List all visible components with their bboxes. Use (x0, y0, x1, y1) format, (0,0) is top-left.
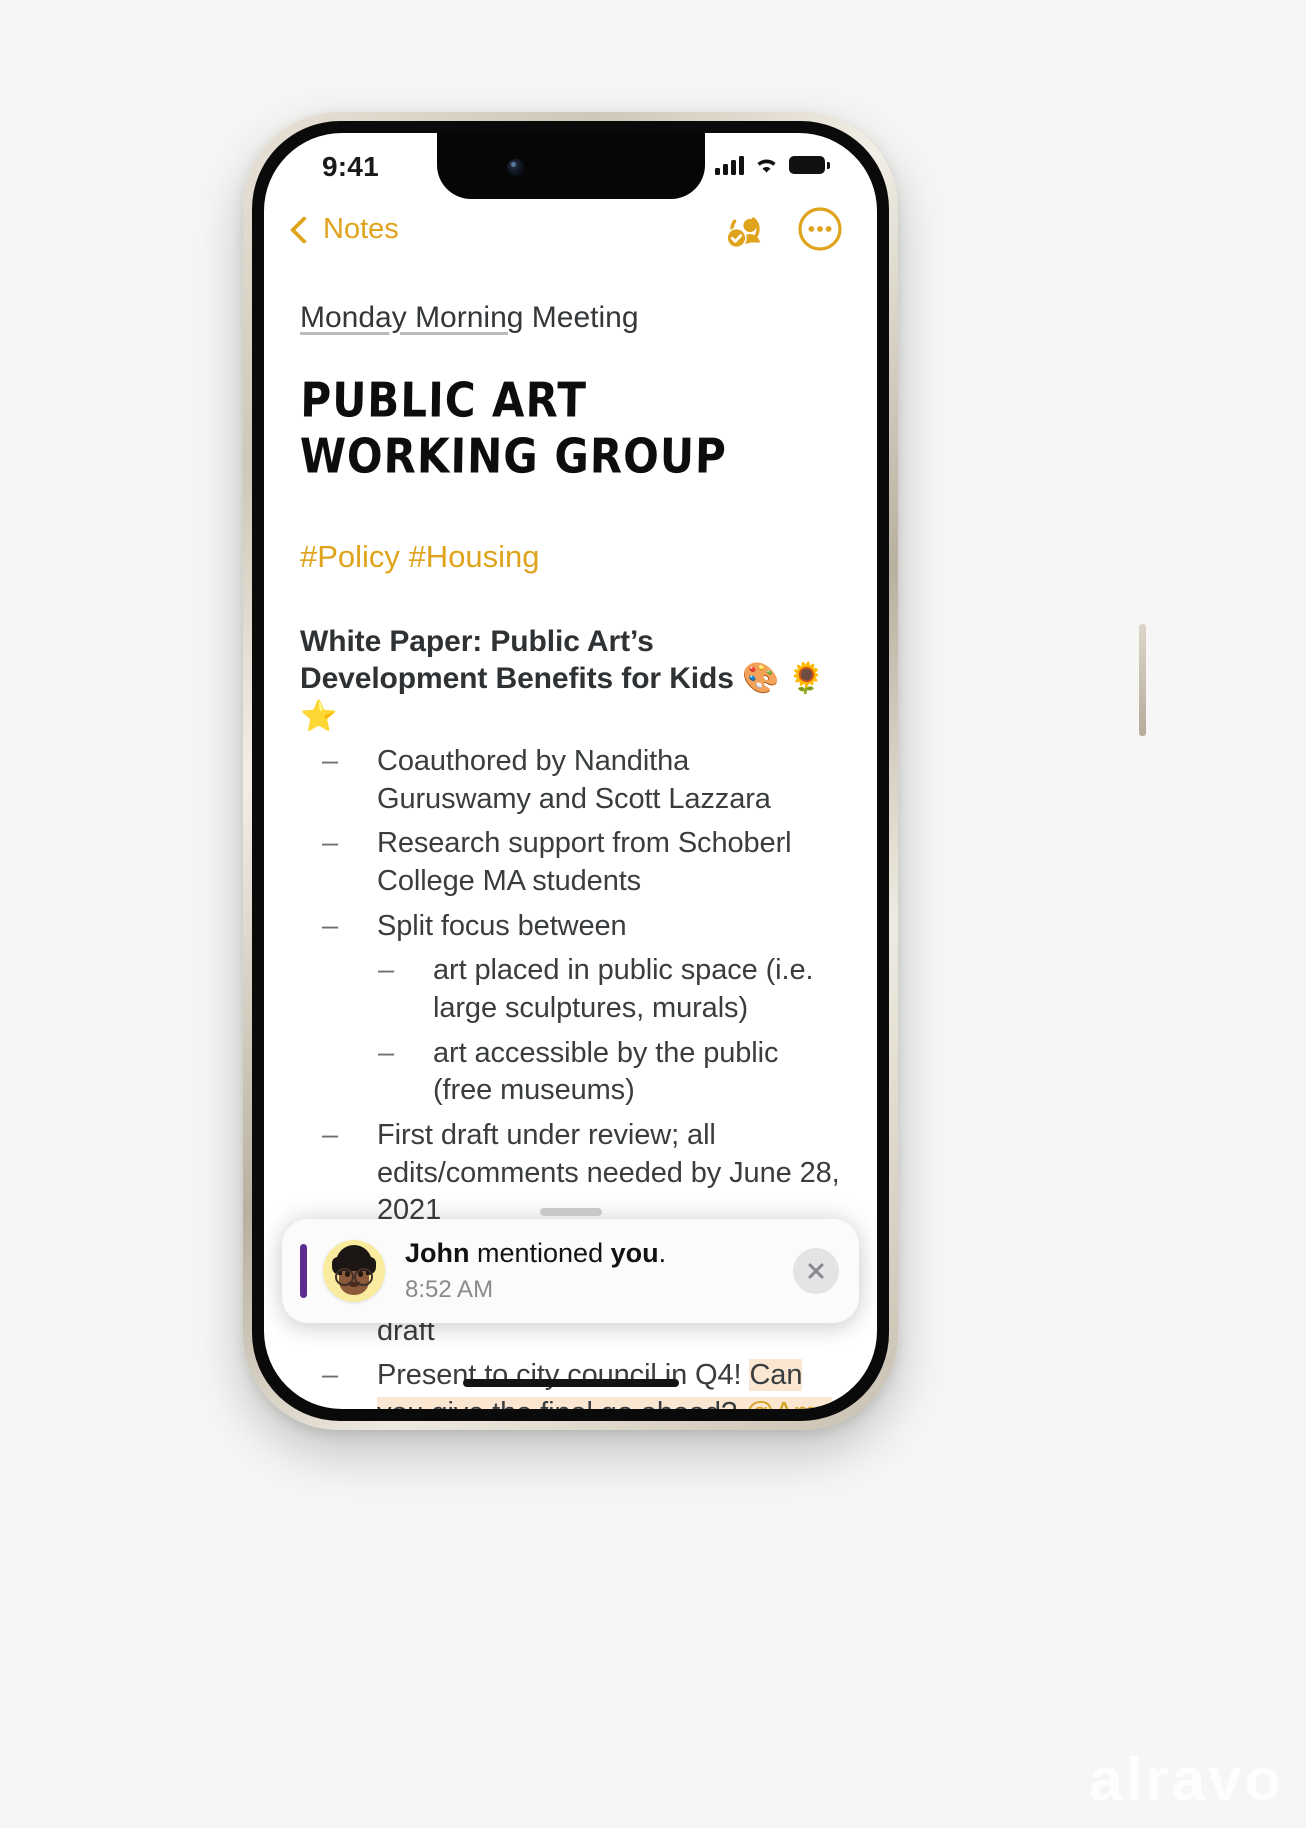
back-button-label: Notes (323, 213, 399, 245)
nav-actions (719, 205, 843, 253)
list-item: art accessible by the public (free museu… (378, 1035, 841, 1110)
note-title: Monday Morning Meeting (300, 299, 841, 337)
phone-bezel: 9:41 Notes Monday Morning Meeting PUBLIC… (252, 121, 889, 1421)
list-item: art placed in public space (i.e. large s… (378, 952, 841, 1027)
home-indicator[interactable] (462, 1379, 679, 1387)
watermark: alravo (1089, 1746, 1284, 1813)
notification-action: mentioned (469, 1237, 611, 1268)
note-tags: #Policy #Housing (300, 539, 841, 575)
memoji-glasses (335, 1268, 373, 1286)
phone-device-frame: 9:41 Notes Monday Morning Meeting PUBLIC… (243, 112, 1146, 1430)
list-item: Split focus between (322, 908, 841, 946)
screenshot-canvas: 9:41 Notes Monday Morning Meeting PUBLIC… (0, 0, 1306, 1828)
notification-banner[interactable]: John mentioned you. 8:52 AM (282, 1208, 859, 1323)
palette-icon: 🎨 (742, 661, 780, 697)
add-person-checkmark-icon[interactable] (719, 205, 771, 253)
sunflower-icon: 🌻 (787, 661, 825, 697)
list-item: Research support from Schoberl College M… (322, 825, 841, 900)
battery-full-icon (789, 156, 830, 174)
paragraph-heading-text: White Paper: Public Art’s Development Be… (300, 624, 734, 696)
notification-headline: John mentioned you. (405, 1238, 793, 1270)
phone-screen: 9:41 Notes Monday Morning Meeting PUBLIC… (264, 133, 877, 1409)
mention-amy[interactable]: @Amy (744, 1396, 832, 1409)
note-title-rest: Meeting (523, 301, 639, 334)
star-icon: ⭐ (300, 699, 338, 735)
close-x-icon[interactable] (793, 1248, 839, 1294)
notification-time: 8:52 AM (405, 1275, 494, 1303)
wifi-icon (757, 159, 776, 173)
chevron-left-icon (289, 215, 319, 245)
more-ellipsis-circle-icon[interactable] (797, 206, 843, 252)
status-time: 9:41 (322, 151, 379, 182)
tag-policy[interactable]: #Policy (300, 539, 400, 574)
back-to-notes-button[interactable]: Notes (289, 213, 399, 246)
notification-accent-bar (300, 1244, 307, 1298)
note-heading: PUBLIC ART WORKING GROUP (299, 371, 728, 484)
note-title-underlined: Monday Morning (300, 301, 524, 334)
power-button[interactable] (1139, 624, 1146, 736)
front-camera-icon (506, 159, 524, 176)
bullet-sublist: art placed in public space (i.e. large s… (322, 952, 841, 1110)
notification-text: John mentioned you. 8:52 AM (405, 1238, 793, 1304)
paragraph-heading: White Paper: Public Art’s Development Be… (300, 623, 841, 736)
status-indicators (715, 155, 830, 175)
memoji-avatar (323, 1240, 385, 1302)
list-item: Coauthored by Nanditha Guruswamy and Sco… (322, 743, 841, 818)
device-notch (436, 133, 705, 199)
notification-sender: John (405, 1237, 470, 1268)
signal-bars-icon (715, 155, 744, 175)
banner-grabber-handle[interactable] (539, 1208, 602, 1216)
notification-target: you (610, 1237, 659, 1268)
navigation-bar: Notes (264, 199, 877, 279)
tag-housing[interactable]: #Housing (409, 539, 540, 574)
notification-punctuation: . (658, 1237, 667, 1268)
